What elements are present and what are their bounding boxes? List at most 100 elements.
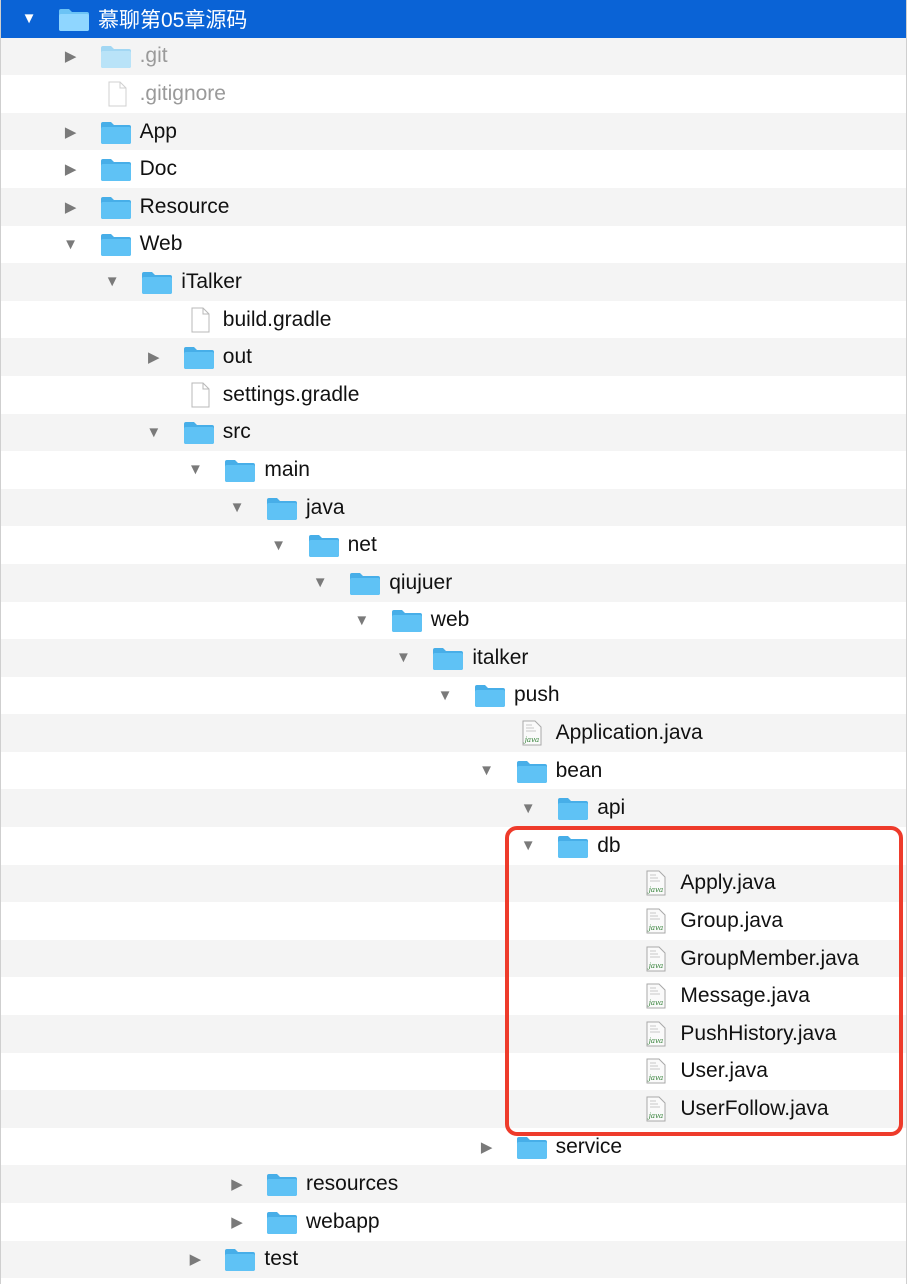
tree-row-italker[interactable]: ▼ iTalker xyxy=(0,263,907,301)
tree-row-pushhistory-java[interactable]: ▶javaPushHistory.java xyxy=(0,1015,907,1053)
tree-item-label: out xyxy=(222,345,252,369)
disclosure-expanded-icon[interactable]: ▼ xyxy=(478,762,496,780)
folder-icon xyxy=(100,119,132,145)
tree-item-label: Application.java xyxy=(555,721,703,745)
tree-item-label: build.gradle xyxy=(222,307,332,331)
tree-row-italker[interactable]: ▼ italker xyxy=(0,639,907,677)
tree-item-label: Group.java xyxy=(680,909,784,933)
tree-row-build-gradle[interactable]: ▶build.gradle xyxy=(0,300,907,339)
folder-icon xyxy=(224,457,256,483)
disclosure-collapsed-icon[interactable]: ▶ xyxy=(186,1250,204,1268)
tree-item-label: Apply.java xyxy=(680,871,776,895)
disclosure-expanded-icon[interactable]: ▼ xyxy=(394,649,412,667)
tree-row-webapp[interactable]: ▶ webapp xyxy=(0,1203,907,1241)
tree-row-service[interactable]: ▶ service xyxy=(0,1127,907,1166)
tree-row-qiujuer[interactable]: ▼ qiujuer xyxy=(0,563,907,602)
tree-item-label: Resource xyxy=(139,194,230,218)
folder-icon xyxy=(100,43,132,69)
folder-icon xyxy=(183,344,215,370)
folder-icon xyxy=(557,795,589,821)
tree-row-apply-java[interactable]: ▶javaApply.java xyxy=(0,864,907,903)
tree-row-doc[interactable]: ▶ Doc xyxy=(0,150,907,188)
tree-item-label: .git xyxy=(139,44,168,68)
tree-item-label: net xyxy=(347,533,377,557)
disclosure-expanded-icon[interactable]: ▼ xyxy=(353,611,371,629)
folder-icon xyxy=(557,833,589,859)
disclosure-expanded-icon[interactable]: ▼ xyxy=(519,837,537,855)
tree-row-bean[interactable]: ▼ bean xyxy=(0,751,907,790)
tree-row-settings-gradle[interactable]: ▶settings.gradle xyxy=(0,375,907,414)
tree-row-web[interactable]: ▼ Web xyxy=(0,225,907,264)
folder-icon xyxy=(266,1209,298,1235)
disclosure-collapsed-icon[interactable]: ▶ xyxy=(62,123,80,141)
java-file-icon: java xyxy=(640,946,672,972)
tree-row-user-java[interactable]: ▶javaUser.java xyxy=(0,1052,907,1091)
folder-icon xyxy=(266,495,298,521)
svg-text:java: java xyxy=(647,962,663,970)
disclosure-expanded-icon[interactable]: ▼ xyxy=(311,574,329,592)
disclosure-expanded-icon[interactable]: ▼ xyxy=(145,423,163,441)
disclosure-expanded-icon[interactable]: ▼ xyxy=(270,536,288,554)
tree-row-src[interactable]: ▼ src xyxy=(0,413,907,452)
java-file-icon: java xyxy=(640,908,672,934)
tree-row-api[interactable]: ▼ api xyxy=(0,789,907,828)
disclosure-expanded-icon[interactable]: ▼ xyxy=(62,235,80,253)
disclosure-collapsed-icon[interactable]: ▶ xyxy=(228,1175,246,1193)
tree-item-label: Message.java xyxy=(680,984,810,1008)
tree-item-label: java xyxy=(306,495,345,519)
tree-item-label: App xyxy=(139,119,177,143)
tree-row-push[interactable]: ▼ push xyxy=(0,676,907,715)
disclosure-collapsed-icon[interactable]: ▶ xyxy=(145,348,163,366)
svg-text:java: java xyxy=(522,736,538,744)
folder-icon xyxy=(349,570,381,596)
tree-item-label: main xyxy=(264,457,310,481)
svg-text:java: java xyxy=(647,886,663,894)
tree-row-05[interactable]: ▼ 慕聊第05章源码 xyxy=(0,0,907,38)
tree-item-label: Doc xyxy=(139,157,177,181)
tree-item-label: italker xyxy=(472,645,529,669)
tree-row-db[interactable]: ▼ db xyxy=(0,827,907,865)
disclosure-expanded-icon[interactable]: ▼ xyxy=(186,461,204,479)
folder-icon xyxy=(308,532,340,558)
disclosure-expanded-icon[interactable]: ▼ xyxy=(20,10,38,28)
tree-row-main[interactable]: ▼ main xyxy=(0,451,907,489)
tree-item-label: 慕聊第05章源码 xyxy=(98,8,248,32)
disclosure-expanded-icon[interactable]: ▼ xyxy=(228,499,246,517)
disclosure-collapsed-icon[interactable]: ▶ xyxy=(478,1138,496,1156)
disclosure-expanded-icon[interactable]: ▼ xyxy=(103,273,121,291)
disclosure-collapsed-icon[interactable]: ▶ xyxy=(62,198,80,216)
folder-icon xyxy=(266,1171,298,1197)
tree-item-label: Web xyxy=(139,232,183,256)
tree-item-label: GroupMember.java xyxy=(680,946,859,970)
tree-row-git[interactable]: ▶ .git xyxy=(0,37,907,76)
tree-row-resources[interactable]: ▶ resources xyxy=(0,1165,907,1203)
svg-text:java: java xyxy=(647,924,663,932)
tree-row-gitignore[interactable]: ▶.gitignore xyxy=(0,75,907,113)
disclosure-expanded-icon[interactable]: ▼ xyxy=(519,799,537,817)
disclosure-collapsed-icon[interactable]: ▶ xyxy=(62,47,80,65)
folder-icon xyxy=(516,1134,548,1160)
disclosure-collapsed-icon[interactable]: ▶ xyxy=(62,160,80,178)
file-tree: ▼ 慕聊第05章源码 ▶ .git ▶.gitignore ▶ App ▶ Doc ▶ Resour… xyxy=(0,0,907,1279)
tree-item-label: UserFollow.java xyxy=(680,1097,829,1121)
tree-row-net[interactable]: ▼ net xyxy=(0,526,907,564)
tree-row-userfollow-java[interactable]: ▶javaUserFollow.java xyxy=(0,1090,907,1128)
tree-row-application-java[interactable]: ▶javaApplication.java xyxy=(0,714,907,752)
tree-row-message-java[interactable]: ▶javaMessage.java xyxy=(0,977,907,1016)
java-file-icon: java xyxy=(640,1096,672,1122)
disclosure-collapsed-icon[interactable]: ▶ xyxy=(228,1213,246,1231)
tree-row-app[interactable]: ▶ App xyxy=(0,112,907,151)
tree-row-group-java[interactable]: ▶javaGroup.java xyxy=(0,902,907,940)
folder-icon xyxy=(100,156,132,182)
tree-row-web[interactable]: ▼ web xyxy=(0,601,907,640)
tree-item-label: src xyxy=(222,420,251,444)
disclosure-expanded-icon[interactable]: ▼ xyxy=(436,686,454,704)
tree-row-java[interactable]: ▼ java xyxy=(0,488,907,527)
tree-row-groupmember-java[interactable]: ▶javaGroupMember.java xyxy=(0,939,907,978)
tree-row-resource[interactable]: ▶ Resource xyxy=(0,187,907,226)
folder-icon xyxy=(432,645,464,671)
tree-row-test[interactable]: ▶ test xyxy=(0,1240,907,1279)
tree-item-label: service xyxy=(555,1134,623,1158)
tree-row-out[interactable]: ▶ out xyxy=(0,338,907,376)
java-file-icon: java xyxy=(640,870,672,896)
